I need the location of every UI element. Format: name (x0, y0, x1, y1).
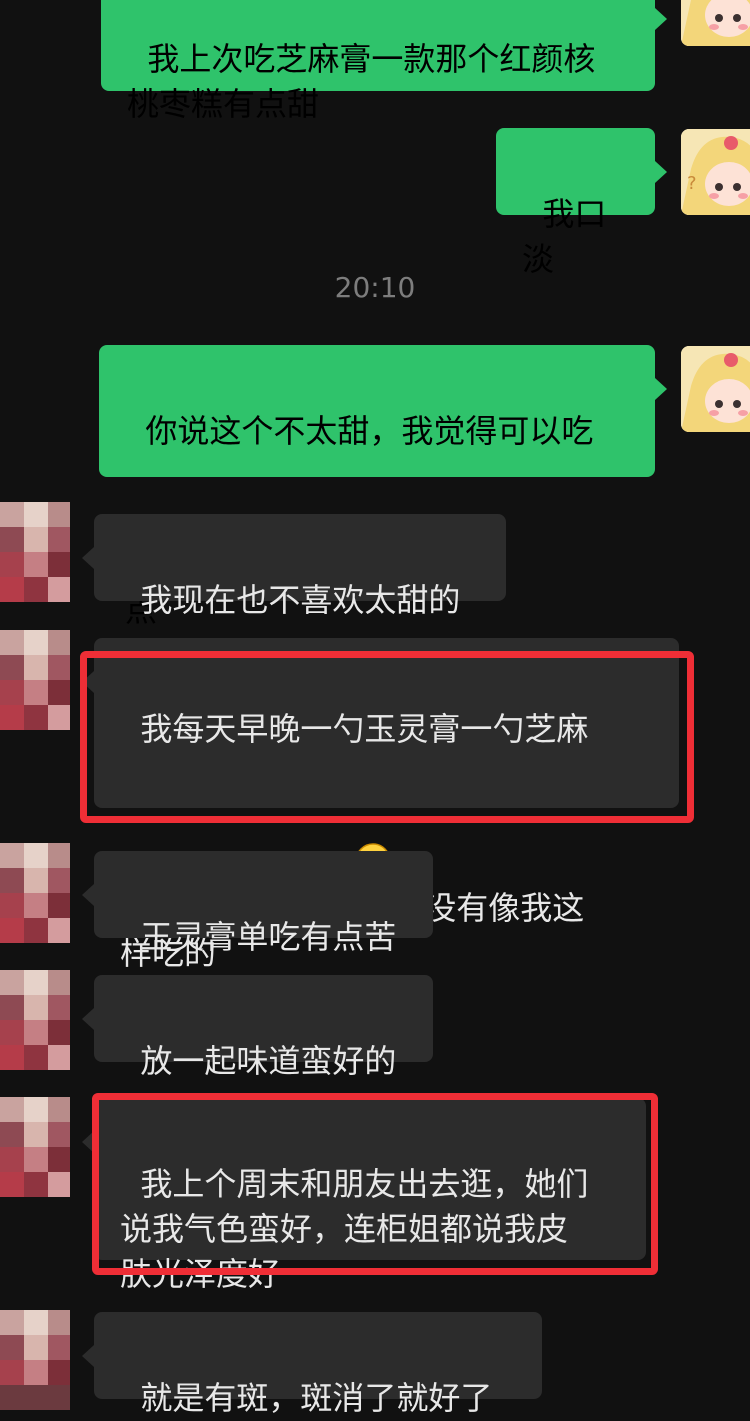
message-text: 就是有斑，斑消了就好了 (140, 1379, 493, 1417)
message-text: 我上个周末和朋友出去逛，她们 说我气色蛮好，连柜姐都说我皮 肤光泽度好 (120, 1165, 589, 1293)
grinning-face-emoji-icon (157, 454, 195, 581)
bubble-tail (82, 671, 94, 693)
outgoing-message[interactable]: 我口淡 (496, 128, 655, 278)
incoming-message[interactable]: 就是有斑，斑消了就好了 (94, 1312, 542, 1417)
bubble-tail (655, 161, 667, 183)
cartoon-girl-avatar-icon (681, 0, 750, 46)
cartoon-girl-avatar-icon: ? (681, 129, 750, 215)
incoming-message[interactable]: 我现在也不喜欢太甜的 (94, 514, 506, 619)
bubble-tail (82, 884, 94, 906)
my-avatar[interactable] (681, 0, 750, 46)
contact-avatar[interactable] (0, 502, 70, 602)
contact-avatar[interactable] (0, 843, 70, 943)
grinning-face-emoji-icon (354, 752, 392, 879)
my-avatar[interactable] (681, 346, 750, 432)
outgoing-message[interactable]: 我上次吃芝麻膏一款那个红颜核 桃枣糕有点甜 (101, 0, 655, 123)
cartoon-girl-avatar-icon (681, 346, 750, 432)
bubble-tail (82, 1131, 94, 1153)
bubble-tail (82, 1008, 94, 1030)
chat-timestamp: 20:10 (334, 271, 416, 304)
bubble-tail (82, 1345, 94, 1367)
bubble-tail (655, 378, 667, 400)
blurred-avatar-icon (0, 1097, 70, 1197)
svg-text:?: ? (687, 173, 697, 194)
blurred-avatar-icon (0, 502, 70, 602)
incoming-message[interactable]: 放一起味道蛮好的 (94, 975, 433, 1080)
my-avatar[interactable]: ? (681, 129, 750, 215)
contact-avatar[interactable] (0, 970, 70, 1070)
blurred-avatar-icon (0, 1310, 70, 1410)
blurred-avatar-icon (0, 630, 70, 730)
incoming-message[interactable]: 玉灵膏单吃有点苦 (94, 851, 433, 956)
incoming-message[interactable]: 我每天早晚一勺玉灵膏一勺芝麻 膏放一起冲水喝, 有没有像我这 样吃的 (94, 638, 679, 972)
message-text: 我上次吃芝麻膏一款那个红颜核 桃枣糕有点甜 (127, 40, 596, 123)
incoming-message[interactable]: 我上个周末和朋友出去逛，她们 说我气色蛮好，连柜姐都说我皮 肤光泽度好 (94, 1098, 646, 1293)
bubble-tail (655, 8, 667, 30)
contact-avatar[interactable] (0, 630, 70, 730)
message-text: 我现在也不喜欢太甜的 (140, 581, 461, 619)
contact-avatar[interactable] (0, 1310, 70, 1410)
bubble-tail (82, 547, 94, 569)
message-text: 我口淡 (522, 195, 607, 278)
message-text: 放一起味道蛮好的 (140, 1042, 397, 1080)
blurred-avatar-icon (0, 843, 70, 943)
message-text: 玉灵膏单吃有点苦 (140, 918, 397, 956)
blurred-avatar-icon (0, 970, 70, 1070)
outgoing-message[interactable]: 你说这个不太甜，我觉得可以吃 点 (99, 345, 655, 629)
contact-avatar[interactable] (0, 1097, 70, 1197)
